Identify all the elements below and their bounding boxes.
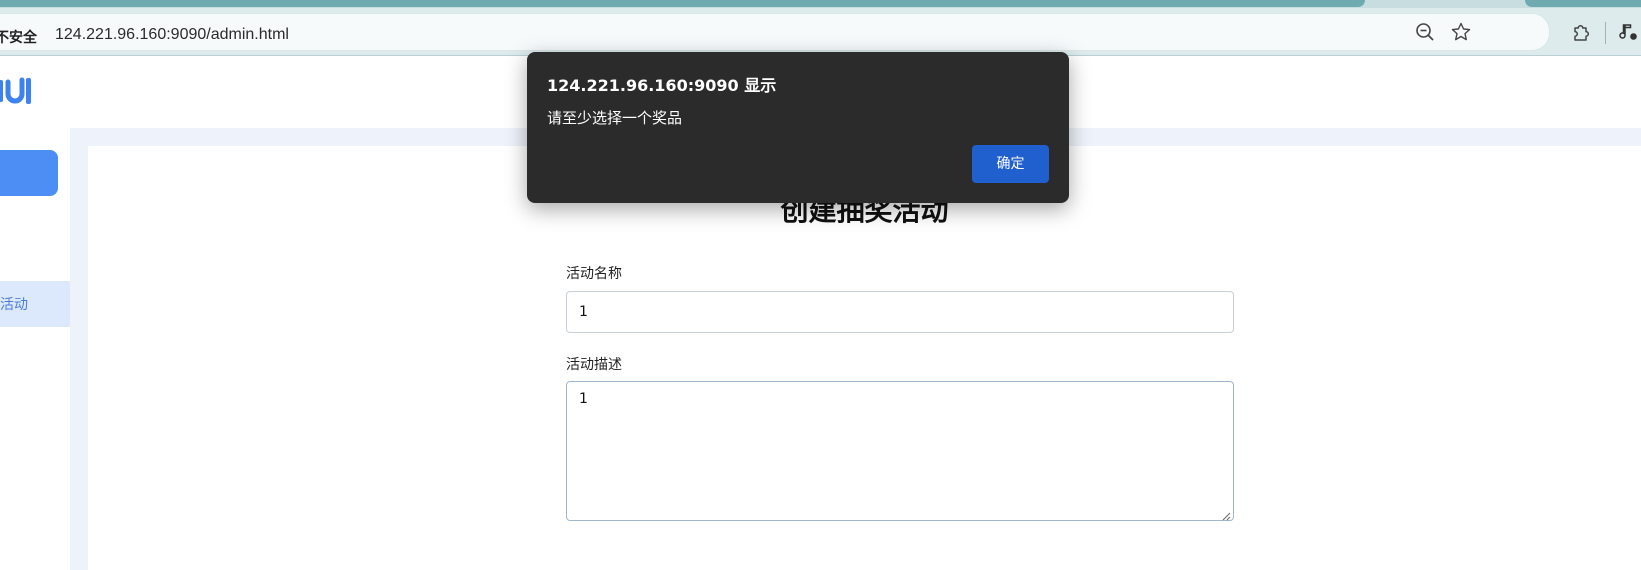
sidebar-item-activity[interactable]: 活动: [0, 281, 70, 327]
dialog-message: 请至少选择一个奖品: [547, 109, 683, 127]
url-text[interactable]: 124.221.96.160:9090/admin.html: [55, 26, 289, 44]
activity-description-value: 1: [579, 391, 588, 407]
sidebar-item-label: 活动: [0, 297, 28, 313]
media-control-icon[interactable]: [1617, 20, 1641, 44]
activity-name-input[interactable]: 1: [566, 291, 1234, 333]
activity-description-label: 活动描述: [566, 357, 622, 373]
security-indicator[interactable]: 不安全: [0, 27, 37, 47]
zoom-out-icon[interactable]: [1413, 20, 1437, 44]
active-tab[interactable]: [0, 0, 1365, 7]
resize-grip-icon[interactable]: [1222, 509, 1231, 521]
tab-strip: [0, 0, 1641, 8]
form-card: 创建抽奖活动 活动名称 1 活动描述 1: [88, 146, 1641, 570]
other-tab[interactable]: [1525, 0, 1641, 7]
dialog-title: 124.221.96.160:9090 显示: [547, 76, 777, 95]
alert-dialog: 124.221.96.160:9090 显示 请至少选择一个奖品 确定: [527, 52, 1069, 203]
dialog-ok-button[interactable]: 确定: [972, 145, 1049, 183]
brand-logo-icon[interactable]: [0, 76, 38, 108]
activity-description-textarea[interactable]: 1: [566, 381, 1234, 521]
sidebar-primary-button[interactable]: [0, 150, 58, 196]
bookmark-star-icon[interactable]: [1449, 20, 1473, 44]
address-bar[interactable]: 不安全 124.221.96.160:9090/admin.html: [0, 13, 1550, 51]
activity-name-label: 活动名称: [566, 266, 622, 282]
extensions-icon[interactable]: [1569, 20, 1593, 44]
browser-toolbar: 不安全 124.221.96.160:9090/admin.html: [0, 8, 1641, 56]
toolbar-separator: [1605, 22, 1606, 44]
